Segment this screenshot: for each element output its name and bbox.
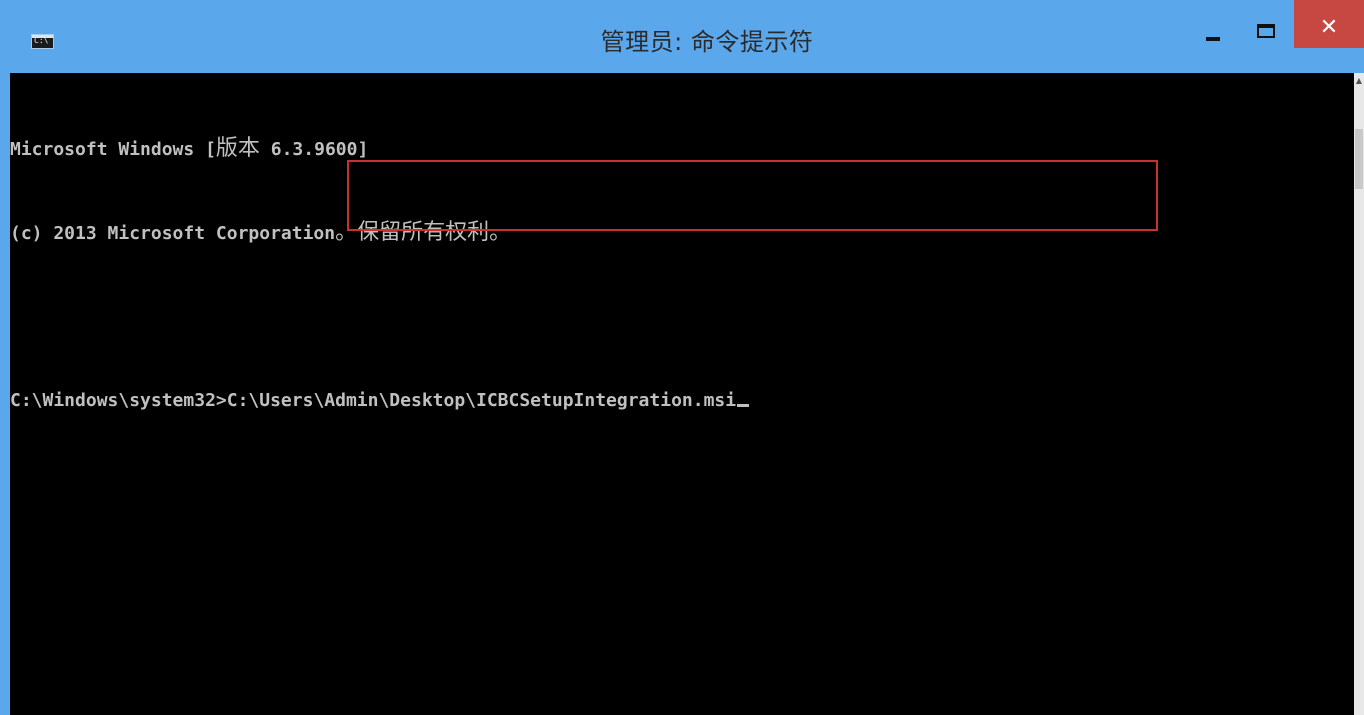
window-title: 管理员: 命令提示符 — [600, 28, 814, 56]
console-area[interactable]: Microsoft Windows [版本 6.3.9600] (c) 2013… — [10, 73, 1354, 715]
vertical-scrollbar[interactable]: ▲ — [1354, 73, 1364, 715]
version-number: 6.3.9600] — [259, 139, 369, 160]
version-line: Microsoft Windows [版本 6.3.9600] — [10, 135, 749, 163]
console-output: Microsoft Windows [版本 6.3.9600] (c) 2013… — [10, 79, 750, 471]
copyright-line: (c) 2013 Microsoft Corporation。保留所有权利。 — [10, 219, 749, 247]
copyright-text: (c) 2013 Microsoft Corporation — [10, 223, 336, 244]
rights-reserved-text: 。保留所有权利。 — [335, 220, 512, 245]
command-prompt-window: C:\ 管理员: 命令提示符 ✕ Microsoft Windows [版本 6… — [0, 0, 1364, 715]
command-input[interactable]: C:\Users\Admin\Desktop\ICBCSetupIntegrat… — [227, 390, 736, 411]
maximize-button[interactable] — [1246, 5, 1292, 55]
version-label: 版本 — [215, 136, 260, 161]
version-prefix: Microsoft Windows [ — [10, 139, 216, 160]
minimize-button[interactable] — [1192, 5, 1238, 55]
prompt-text: C:\Windows\system32> — [10, 390, 227, 411]
close-button[interactable]: ✕ — [1294, 0, 1364, 48]
scroll-up-arrow-icon[interactable]: ▲ — [1354, 73, 1364, 89]
scroll-thumb[interactable] — [1355, 129, 1363, 189]
text-cursor — [737, 404, 750, 407]
title-bar[interactable]: C:\ 管理员: 命令提示符 ✕ — [0, 0, 1364, 72]
window-border — [0, 72, 10, 715]
command-line[interactable]: C:\Windows\system32>C:\Users\Admin\Deskt… — [10, 387, 750, 415]
